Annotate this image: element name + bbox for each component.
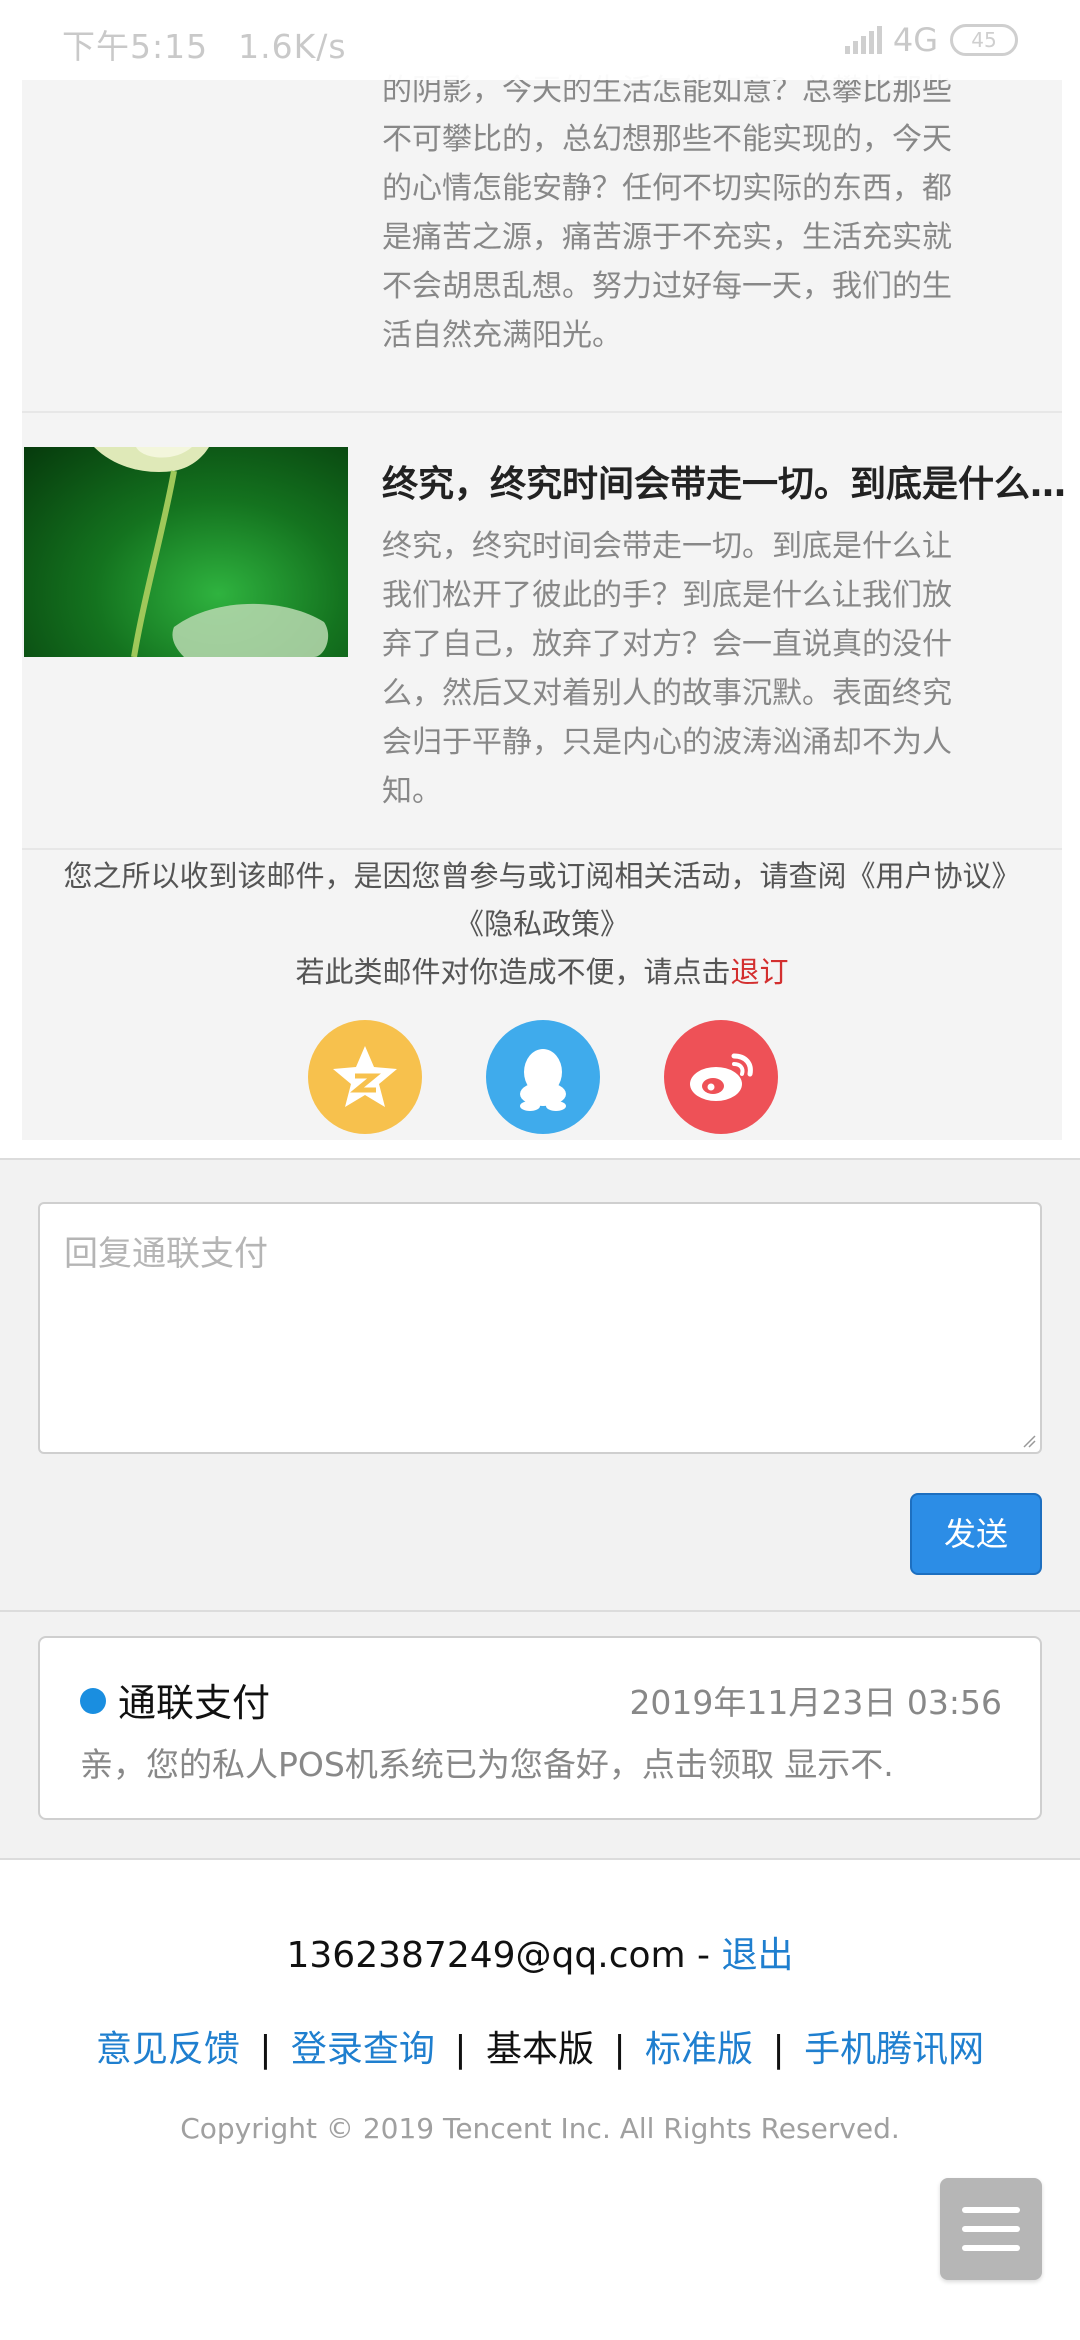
article-title[interactable]: 终究，终究时间会带走一切。到底是什么让我们松开了彼此的手？ (382, 455, 1080, 507)
link-separator: | (772, 2029, 785, 2070)
resize-handle-icon[interactable] (1022, 1434, 1036, 1448)
status-bar: 下午5:15 1.6K/s 4G 45 (0, 0, 1080, 80)
social-share-bar (22, 1020, 1062, 1136)
status-time: 下午5:15 (62, 27, 209, 66)
lotus-thumbnail[interactable] (24, 447, 348, 657)
mail-preview: 亲，您的私人POS机系统已为您备好，点击领取 显示不. (80, 1745, 894, 1784)
footer-links: 意见反馈 | 登录查询 | 基本版 | 标准版 | 手机腾讯网 (0, 2020, 1080, 2072)
mobile-tencent-link[interactable]: 手机腾讯网 (804, 2029, 984, 2070)
subscription-notice: 您之所以收到该邮件，是因您曾参与或订阅相关活动，请查阅《用户协议》 《隐私政策》… (22, 852, 1062, 996)
reply-textarea[interactable]: 回复通联支付 (38, 1202, 1042, 1454)
qzone-icon (333, 1046, 397, 1107)
qq-share-button[interactable] (486, 1020, 600, 1134)
unread-dot-icon (80, 1688, 106, 1714)
article-line: 的心情怎能安静？任何不切实际的东西，都 (382, 171, 952, 206)
link-separator: | (454, 2029, 467, 2070)
reply-section: 回复通联支付 发送 (0, 1158, 1080, 1612)
lotus-image (94, 447, 329, 657)
privacy-policy-link[interactable]: 《隐私政策》 (22, 900, 1062, 948)
menu-button[interactable] (940, 2178, 1042, 2280)
article-line: 弃了自己，放弃了对方？会一直说真的没什 (382, 627, 952, 662)
account-separator: - (685, 1935, 722, 1976)
copyright: Copyright © 2019 Tencent Inc. All Rights… (180, 2112, 900, 2145)
article-text: 终究，终究时间会带走一切。到底是什么让 我们松开了彼此的手？到底是什么让我们放 … (382, 522, 1032, 816)
status-left: 下午5:15 1.6K/s (62, 20, 347, 68)
weibo-share-button[interactable] (664, 1020, 778, 1134)
account-line: 1362387249@qq.com - 退出 (0, 1926, 1080, 1978)
login-query-link[interactable]: 登录查询 (291, 2029, 435, 2070)
unsubscribe-prompt: 若此类邮件对你造成不便，请点击 (295, 955, 731, 989)
reply-placeholder: 回复通联支付 (64, 1234, 268, 1274)
mail-summary-section: 通联支付 2019年11月23日 03:56 亲，您的私人POS机系统已为您备好… (0, 1612, 1080, 1860)
battery-icon: 45 (950, 24, 1018, 56)
unsubscribe-link[interactable]: 退订 (731, 955, 789, 989)
article-card[interactable]: 终究，终究时间会带走一切。到底是什么让我们松开了彼此的手？ 终究，终究时间会带走… (22, 415, 1080, 850)
notice-line: 您之所以收到该邮件，是因您曾参与或订阅相关活动，请查阅《用户协议》 (63, 859, 1021, 893)
network-type: 4G (892, 21, 938, 59)
article-line: 是痛苦之源，痛苦源于不充实，生活充实就 (382, 220, 952, 255)
feedback-link[interactable]: 意见反馈 (96, 2029, 240, 2070)
article-text: 的阴影，今天的生活怎能如意？总攀比那些 不可攀比的，总幻想那些不能实现的，今天 … (382, 66, 1032, 360)
status-speed: 1.6K/s (238, 27, 347, 66)
qzone-share-button[interactable] (308, 1020, 422, 1134)
article-line: 我们松开了彼此的手？到底是什么让我们放 (382, 578, 952, 613)
email-content: 的阴影，今天的生活怎能如意？总攀比那些 不可攀比的，总幻想那些不能实现的，今天 … (22, 0, 1080, 1140)
qq-icon (520, 1049, 566, 1111)
mail-date: 2019年11月23日 03:56 (629, 1683, 1002, 1722)
logout-link[interactable]: 退出 (721, 1935, 793, 1976)
signal-icon (844, 26, 885, 54)
link-separator: | (259, 2029, 272, 2070)
article-line: 不会胡思乱想。努力过好每一天，我们的生 (382, 269, 952, 304)
weibo-icon (690, 1053, 753, 1101)
article-line: 知。 (382, 774, 442, 809)
article-line: 活自然充满阳光。 (382, 318, 622, 353)
link-separator: | (613, 2029, 626, 2070)
standard-version-link[interactable]: 标准版 (645, 2029, 753, 2070)
mail-summary-card[interactable]: 通联支付 2019年11月23日 03:56 亲，您的私人POS机系统已为您备好… (38, 1636, 1042, 1820)
notice-line: 若此类邮件对你造成不便，请点击退订 (22, 948, 1062, 996)
article-line: 不可攀比的，总幻想那些不能实现的，今天 (382, 122, 952, 157)
sender-name: 通联支付 (118, 1681, 271, 1725)
status-right: 4G 45 (844, 21, 1018, 59)
basic-version-label: 基本版 (485, 2029, 594, 2070)
send-button[interactable]: 发送 (910, 1493, 1042, 1575)
article-line: 会归于平静，只是内心的波涛汹涌却不为人 (382, 725, 952, 760)
article-line: 终究，终究时间会带走一切。到底是什么让 (382, 529, 952, 564)
article-line: 么，然后又对着别人的故事沉默。表面终究 (382, 676, 952, 711)
account-email: 1362387249@qq.com (286, 1935, 686, 1976)
